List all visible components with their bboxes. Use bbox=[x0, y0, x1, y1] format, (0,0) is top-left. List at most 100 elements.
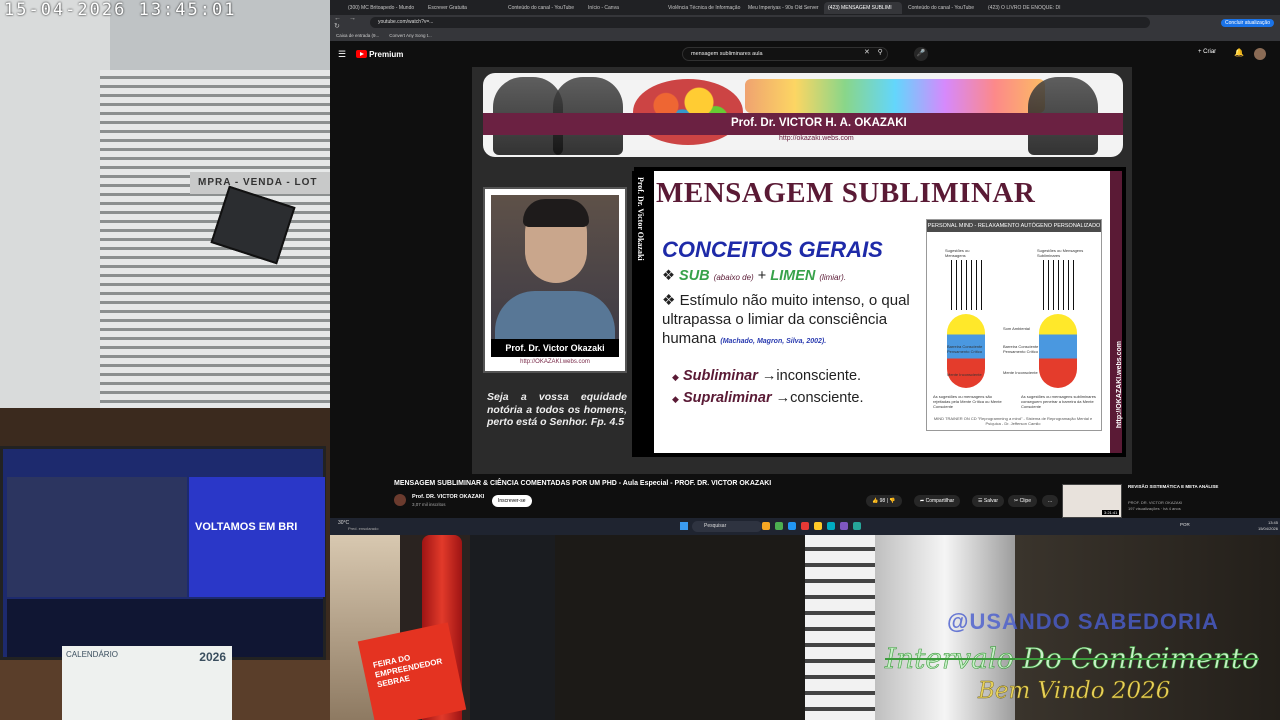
video-title: MENSAGEM SUBLIMINAR & CIÊNCIA COMENTADAS… bbox=[394, 480, 772, 487]
bookmark-item[interactable]: Convert Any Song t... bbox=[389, 33, 432, 38]
taskbar-clock[interactable]: 13:45 15/04/2026 bbox=[1250, 520, 1278, 532]
monitor-page bbox=[7, 477, 187, 597]
diagram-left-note: As sugestões ou mensagens são rejeitadas… bbox=[933, 394, 1002, 409]
save-button[interactable]: ☰ Salvar bbox=[972, 495, 1005, 507]
presenter-frame: Prof. Dr. Victor Okazaki http://OKAZAKI.… bbox=[483, 187, 627, 373]
mic-icon[interactable]: 🎤 bbox=[914, 47, 928, 61]
save-icon: ☰ bbox=[978, 498, 983, 504]
avatar[interactable] bbox=[1254, 48, 1266, 60]
street-camera-feed: MPRA - VENDA - LOT 15-04-2026 13:45:01 bbox=[0, 0, 330, 408]
language-tray[interactable]: POR bbox=[1180, 522, 1190, 527]
youtube-logo-text: Premium bbox=[369, 49, 404, 59]
interval-text: Intervalo Do Conhcimento bbox=[885, 642, 1260, 676]
bullet-diamond-icon: ❖ bbox=[662, 268, 675, 284]
like-button[interactable]: 👍 98 | 👎 bbox=[866, 495, 902, 507]
monitor-camera-feed: VOLTAMOS EM BRI CALENDÁRIO 2026 bbox=[0, 408, 330, 720]
channel-name[interactable]: Prof. DR. VICTOR OKAZAKI bbox=[412, 494, 484, 500]
arrow-icon: → bbox=[761, 368, 777, 384]
slide-subtitle: CONCEITOS GERAIS bbox=[662, 237, 883, 262]
app-icon[interactable] bbox=[788, 522, 796, 530]
youtube-logo[interactable]: Premium bbox=[356, 50, 403, 59]
bullet-sub-limen: ❖ SUB (abaixo de) + LIMEN (limiar). bbox=[662, 267, 846, 287]
lecture-slide: http://OKAZAKI.webs.com MENSAGEM SUBLIMI… bbox=[634, 167, 1126, 457]
app-icon[interactable] bbox=[853, 522, 861, 530]
app-icon[interactable] bbox=[762, 522, 770, 530]
diagram-right-barrier: Barreira Consciente Pensamento Crítico bbox=[1003, 344, 1039, 354]
clip-button[interactable]: ✂ Clipe bbox=[1008, 495, 1037, 507]
recommended-views: 197 visualizações · há 4 anos bbox=[1128, 506, 1181, 511]
browser-tab[interactable]: (423) MENSAGEM SUBLIMI bbox=[824, 1, 902, 14]
diagram-left-top: Sugestões ou Mensagens bbox=[945, 248, 970, 258]
taskbar-search[interactable]: Pesquisar bbox=[692, 521, 762, 532]
bible-verse: Seja a vossa equidade notória a todos os… bbox=[487, 391, 627, 428]
more-actions-button[interactable]: ... bbox=[1042, 495, 1059, 507]
share-button[interactable]: ➦ Compartilhar bbox=[914, 495, 961, 507]
browser-tab[interactable]: Escrever Gratuita bbox=[424, 1, 502, 14]
bullet-diamond-icon: ❖ bbox=[662, 292, 676, 309]
clear-search-icon[interactable]: ✕ ⚲ bbox=[864, 48, 883, 56]
diagram-right-sound: Som Ambiental bbox=[1003, 326, 1030, 331]
folder-icon[interactable] bbox=[814, 522, 822, 530]
weather-desc: Pred. ensolarado bbox=[348, 526, 379, 531]
browser-tab[interactable]: (423) O LIVRO DE ENOQUE: DI bbox=[984, 1, 1062, 14]
browser-tab[interactable]: Violência Técnica de Informação bbox=[664, 1, 742, 14]
share-icon: ➦ bbox=[920, 498, 925, 504]
like-count: 98 bbox=[879, 498, 886, 504]
limen-term: LIMEN bbox=[770, 268, 816, 284]
app-icon[interactable] bbox=[775, 522, 783, 530]
save-label: Salvar bbox=[983, 498, 999, 504]
desk-calendar: CALENDÁRIO 2026 bbox=[62, 646, 232, 720]
update-button[interactable]: Concluir atualização bbox=[1220, 18, 1274, 27]
vertical-name-strip: Prof. Dr. Victor Okazaki bbox=[632, 171, 654, 457]
bullet-subliminar: ◆ Subliminar →inconsciente. bbox=[672, 367, 861, 387]
shop-sign: MPRA - VENDA - LOT bbox=[190, 172, 330, 194]
channel-avatar[interactable] bbox=[394, 494, 406, 506]
recommended-channel: PROF. DR. VICTOR OKAZAKI bbox=[1128, 500, 1183, 505]
diagram-right-top: Sugestões ou Mensagens Subliminares bbox=[1037, 248, 1084, 258]
vertical-name: Prof. Dr. Victor Okazaki bbox=[636, 177, 645, 261]
browser-tab[interactable]: (300) MC Britoapedo - Mundo bbox=[344, 1, 422, 14]
clock-date: 15/04/2026 bbox=[1257, 526, 1278, 531]
slide-side-bar: http://OKAZAKI.webs.com bbox=[1110, 171, 1123, 453]
clip-label: Clipe bbox=[1019, 498, 1031, 504]
camera-timestamp: 15-04-2026 13:45:01 bbox=[4, 0, 237, 20]
youtube-header: ☰ Premium mensagem subliminares aula ✕ ⚲… bbox=[330, 41, 1280, 67]
dark-background bbox=[470, 535, 555, 720]
search-input[interactable]: mensagem subliminares aula bbox=[682, 47, 888, 61]
browser-tab[interactable]: Conteúdo do canal - YouTube bbox=[504, 1, 582, 14]
clock-time: 13:45 bbox=[1267, 520, 1278, 525]
wall bbox=[0, 0, 110, 408]
arrow-icon: → bbox=[775, 390, 791, 406]
url-field[interactable]: youtube.com/watch?v=... bbox=[370, 17, 1150, 28]
thumbs-down-icon: 👎 bbox=[889, 498, 896, 504]
shop-sign-text: MPRA - VENDA - LOT bbox=[198, 177, 318, 188]
browser-tab[interactable]: Conteúdo do canal - YouTube bbox=[904, 1, 982, 14]
recommended-video[interactable]: 3:21:41 REVISÃO SISTEMÁTICA E META ANÁLI… bbox=[1062, 484, 1272, 520]
app-icon[interactable] bbox=[840, 522, 848, 530]
browser-tab[interactable]: Meu Imperiyas - 90s Old Server bbox=[744, 1, 822, 14]
subscribe-button[interactable]: Inscrever-se bbox=[492, 495, 532, 507]
diagram-left-unconscious: Mente Inconsciente bbox=[947, 372, 982, 377]
recommended-title[interactable]: REVISÃO SISTEMÁTICA E META ANÁLISE bbox=[1128, 484, 1248, 489]
recommended-duration: 3:21:41 bbox=[1102, 510, 1120, 515]
subliminar-meaning: inconsciente. bbox=[776, 368, 862, 384]
hamburger-menu-icon[interactable]: ☰ bbox=[338, 49, 346, 60]
video-player[interactable]: Prof. Dr. VICTOR H. A. OKAZAKI http://ok… bbox=[472, 67, 1132, 474]
sub-note: (abaixo de) bbox=[713, 273, 754, 282]
bookmark-item[interactable]: Caixa de entrada (9... bbox=[336, 33, 379, 38]
bell-icon[interactable]: 🔔 bbox=[1234, 48, 1244, 57]
thumbs-up-icon: 👍 bbox=[872, 498, 879, 504]
diagram-caption: MIND TRAINER ON CD "Reprogramming a mind… bbox=[933, 416, 1093, 426]
windows-start-icon[interactable] bbox=[680, 522, 688, 530]
plus-sign: + bbox=[757, 268, 767, 284]
browser-tab[interactable]: Início - Canva bbox=[584, 1, 662, 14]
create-button[interactable]: + Criar bbox=[1198, 49, 1216, 55]
calendar-year: 2026 bbox=[199, 650, 226, 664]
monitor-screen: VOLTAMOS EM BRI bbox=[0, 446, 326, 660]
slide-side-url: http://OKAZAKI.webs.com bbox=[1116, 341, 1123, 429]
desk-camera-feed: FEIRA DO EMPREENDEDOR SEBRAE bbox=[330, 535, 555, 720]
app-icon[interactable] bbox=[827, 522, 835, 530]
nav-buttons[interactable]: ← → ↻ bbox=[330, 15, 370, 30]
create-label: Criar bbox=[1203, 49, 1217, 55]
chrome-icon[interactable] bbox=[801, 522, 809, 530]
